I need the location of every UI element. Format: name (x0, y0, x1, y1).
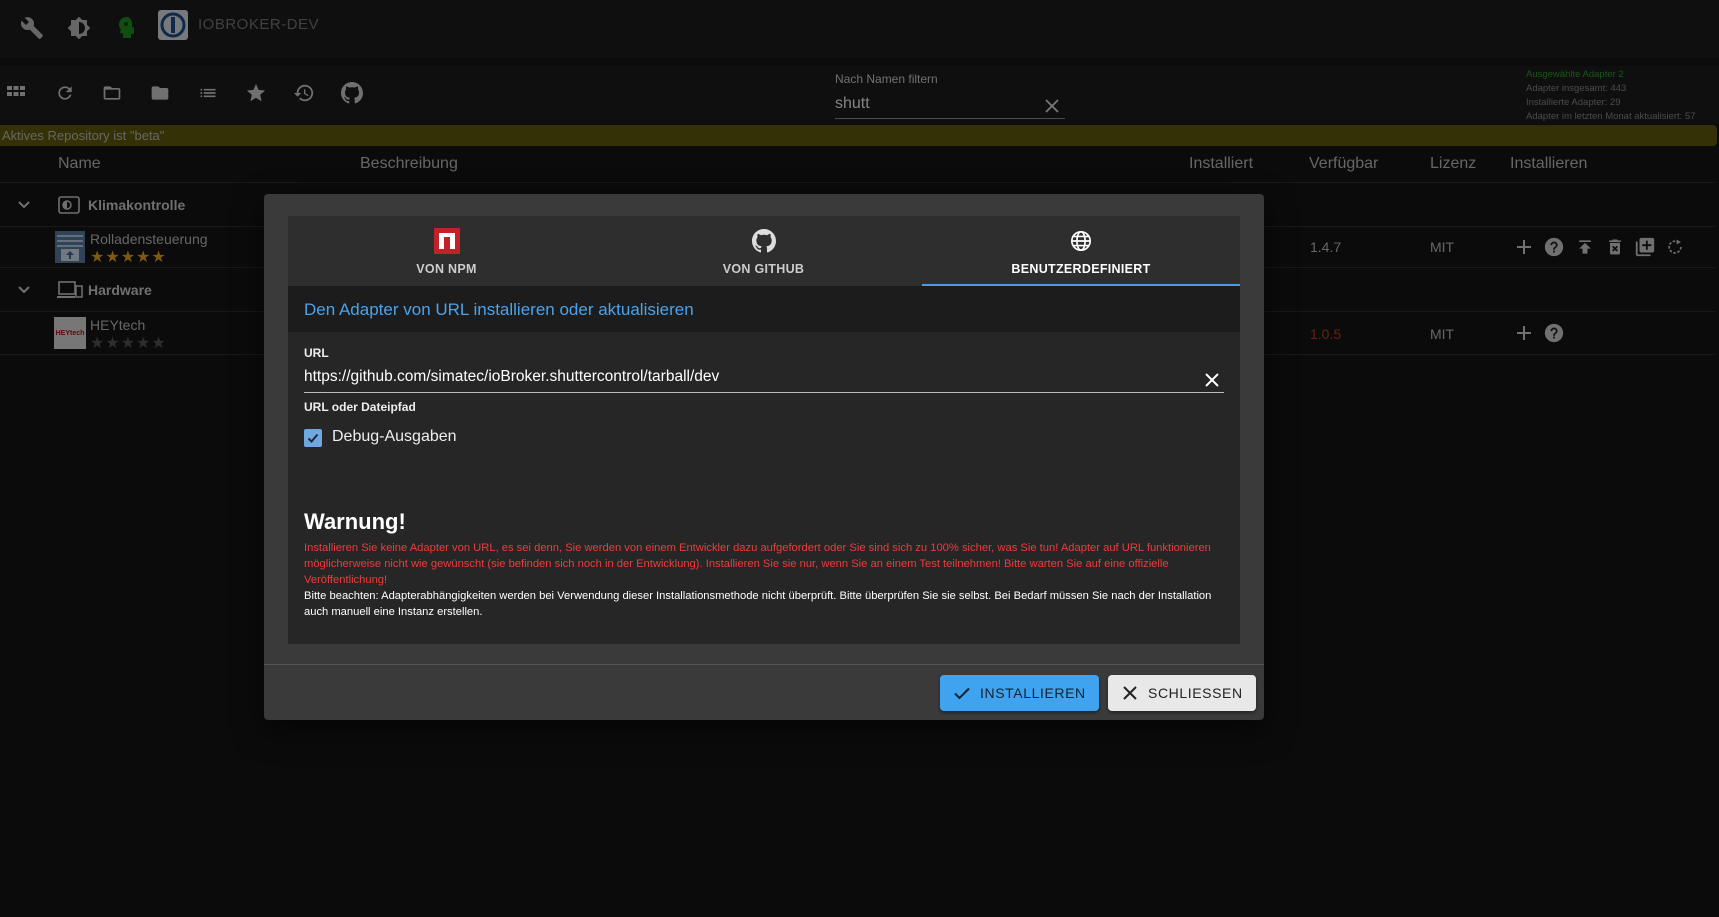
install-button[interactable]: INSTALLIEREN (940, 675, 1099, 711)
warning-title: Warnung! (304, 509, 406, 534)
tab-label: BENUTZERDEFINIERT (1011, 262, 1151, 276)
close-icon (1120, 683, 1140, 703)
dialog-divider (264, 664, 1264, 665)
clear-url-icon[interactable] (1200, 368, 1224, 392)
close-button-label: SCHLIESSEN (1148, 685, 1243, 701)
url-value: https://github.com/simatec/ioBroker.shut… (304, 368, 720, 385)
debug-checkbox[interactable] (304, 429, 322, 447)
install-from-url-dialog: VON NPM VON GITHUB BENUTZERDEFINIERT Den… (264, 194, 1264, 720)
tab-npm[interactable]: VON NPM (288, 216, 605, 286)
tab-custom[interactable]: BENUTZERDEFINIERT (922, 216, 1240, 286)
npm-icon (433, 228, 460, 254)
globe-icon (1068, 228, 1094, 254)
url-input[interactable]: https://github.com/simatec/ioBroker.shut… (304, 366, 1224, 393)
note-text: Bitte beachten: Adapterabhängigkeiten we… (304, 590, 1212, 618)
check-icon (952, 683, 972, 703)
dialog-content: URL https://github.com/simatec/ioBroker.… (288, 332, 1240, 644)
dialog-title-text: Den Adapter von URL installieren oder ak… (304, 300, 694, 319)
tab-github[interactable]: VON GITHUB (605, 216, 922, 286)
dialog-title: Den Adapter von URL installieren oder ak… (288, 286, 1240, 332)
warning-text: Installieren Sie keine Adapter von URL, … (304, 542, 1211, 586)
url-helper-text: URL oder Dateipfad (304, 400, 416, 414)
close-button[interactable]: SCHLIESSEN (1108, 675, 1256, 711)
url-label: URL (304, 346, 329, 360)
install-source-tabs: VON NPM VON GITHUB BENUTZERDEFINIERT (288, 216, 1240, 286)
install-button-label: INSTALLIEREN (980, 685, 1086, 701)
tab-label: VON NPM (416, 262, 477, 276)
github-icon (751, 228, 777, 254)
debug-label[interactable]: Debug-Ausgaben (332, 428, 457, 446)
tab-label: VON GITHUB (722, 262, 805, 276)
